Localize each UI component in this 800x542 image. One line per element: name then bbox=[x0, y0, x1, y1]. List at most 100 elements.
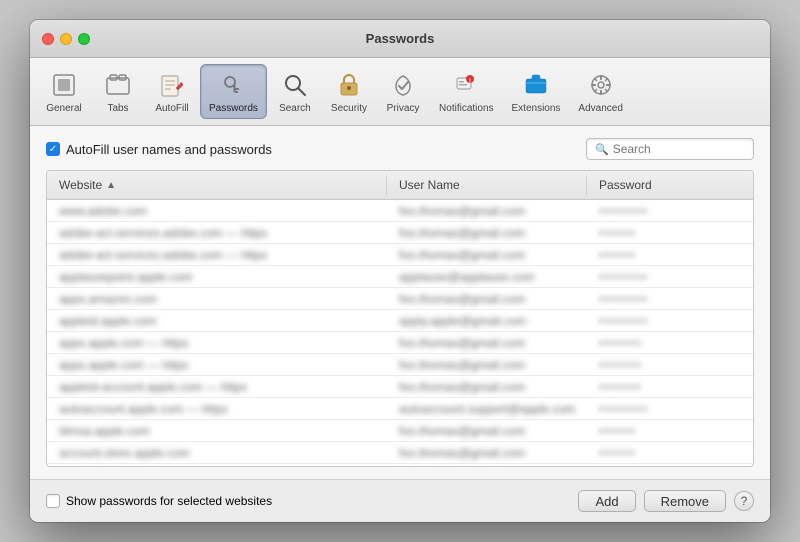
col-username[interactable]: User Name bbox=[387, 175, 587, 195]
autofill-label: AutoFill user names and passwords bbox=[66, 142, 272, 157]
search-input[interactable] bbox=[613, 142, 745, 156]
table-row[interactable]: apps.apple.com — httpsfoo.thomas@gmail.c… bbox=[47, 332, 753, 354]
close-button[interactable] bbox=[42, 33, 54, 45]
cell-username: foo.thomas@gmail.com bbox=[387, 288, 587, 309]
table-body: www.adobe.comfoo.thomas@gmail.com•••••••… bbox=[47, 200, 753, 466]
traffic-lights bbox=[42, 33, 90, 45]
col-website[interactable]: Website ▲ bbox=[47, 175, 387, 195]
general-icon bbox=[48, 69, 80, 101]
bottom-buttons: Add Remove ? bbox=[578, 490, 754, 512]
content-area: ✓ AutoFill user names and passwords 🔍 We… bbox=[30, 126, 770, 479]
passwords-table: Website ▲ User Name Password www.adobe.c… bbox=[46, 170, 754, 467]
cell-password: ••••••• bbox=[587, 354, 753, 375]
cell-website: autoaccount.apple.com — https bbox=[47, 398, 387, 419]
cell-website: apps.apple.com — https bbox=[47, 354, 387, 375]
autofill-checkbox[interactable]: ✓ bbox=[46, 142, 60, 156]
table-row[interactable]: applausepoint.apple.comapplause@applause… bbox=[47, 266, 753, 288]
cell-website: account.store.apple.com bbox=[47, 442, 387, 463]
security-icon bbox=[333, 69, 365, 101]
tab-notifications-label: Notifications bbox=[439, 103, 493, 114]
add-button[interactable]: Add bbox=[578, 490, 635, 512]
window-title: Passwords bbox=[366, 31, 435, 46]
search-icon: 🔍 bbox=[595, 143, 609, 156]
maximize-button[interactable] bbox=[78, 33, 90, 45]
autofill-checkbox-row[interactable]: ✓ AutoFill user names and passwords bbox=[46, 142, 272, 157]
cell-username: foo.thomas@gmail.com bbox=[387, 222, 587, 243]
table-row[interactable]: idmsa.apple.comfoo.thomas@gmail.com•••••… bbox=[47, 420, 753, 442]
table-row[interactable]: adobe-acl-services.adobe.com — httpsfoo.… bbox=[47, 244, 753, 266]
cell-website: applausepoint.apple.com bbox=[47, 266, 387, 287]
table-row[interactable]: adobe-acl-services.adobe.com — httpsfoo.… bbox=[47, 222, 753, 244]
remove-button[interactable]: Remove bbox=[644, 490, 726, 512]
cell-username: foo.thomas@gmail.com bbox=[387, 244, 587, 265]
cell-username: foo.thomas@gmail.com bbox=[387, 376, 587, 397]
svg-text:!: ! bbox=[469, 79, 471, 85]
cell-website: adobe-acl-services.adobe.com — https bbox=[47, 222, 387, 243]
table-row[interactable]: appleid-account.apple.com — httpsfoo.tho… bbox=[47, 376, 753, 398]
cell-password: •••••••• bbox=[587, 398, 753, 419]
cell-website: appleid-account.apple.com — https bbox=[47, 376, 387, 397]
cell-username: foo.thomas@gmail.com bbox=[387, 442, 587, 463]
table-row[interactable]: www.adobe.comfoo.thomas@gmail.com•••••••… bbox=[47, 200, 753, 222]
table-row[interactable]: autoaccount.apple.com — httpsautoaccount… bbox=[47, 398, 753, 420]
table-row[interactable]: security.store.apple.comfoo.thomas@gmail… bbox=[47, 464, 753, 466]
cell-username: foo.thomas@gmail.com bbox=[387, 420, 587, 441]
cell-password: •••••••• bbox=[587, 266, 753, 287]
passwords-icon bbox=[217, 69, 249, 101]
help-button[interactable]: ? bbox=[734, 491, 754, 511]
tab-advanced-label: Advanced bbox=[578, 103, 622, 114]
cell-username: apply.apple@gmail.com bbox=[387, 310, 587, 331]
tab-search[interactable]: Search bbox=[269, 65, 321, 118]
autofill-icon bbox=[156, 69, 188, 101]
tab-security[interactable]: Security bbox=[323, 65, 375, 118]
tab-advanced[interactable]: Advanced bbox=[570, 65, 630, 118]
table-row[interactable]: apps.amazon.comfoo.thomas@gmail.com•••••… bbox=[47, 288, 753, 310]
table-row[interactable]: account.store.apple.comfoo.thomas@gmail.… bbox=[47, 442, 753, 464]
cell-password: •••••• bbox=[587, 222, 753, 243]
toolbar: General Tabs bbox=[30, 58, 770, 126]
cell-website: idmsa.apple.com bbox=[47, 420, 387, 441]
tab-autofill[interactable]: AutoFill bbox=[146, 65, 198, 118]
tab-security-label: Security bbox=[331, 103, 367, 114]
cell-website: apps.apple.com — https bbox=[47, 332, 387, 353]
minimize-button[interactable] bbox=[60, 33, 72, 45]
table-row[interactable]: appleid.apple.comapply.apple@gmail.com••… bbox=[47, 310, 753, 332]
cell-website: adobe-acl-services.adobe.com — https bbox=[47, 244, 387, 265]
show-passwords-row[interactable]: Show passwords for selected websites bbox=[46, 494, 272, 508]
cell-username: applause@applause.com bbox=[387, 266, 587, 287]
titlebar: Passwords bbox=[30, 20, 770, 58]
cell-username: foo.thomas@gmail.com bbox=[387, 464, 587, 466]
table-row[interactable]: apps.apple.com — httpsfoo.thomas@gmail.c… bbox=[47, 354, 753, 376]
search-toolbar-icon bbox=[279, 69, 311, 101]
cell-username: foo.thomas@gmail.com bbox=[387, 332, 587, 353]
bottom-bar: Show passwords for selected websites Add… bbox=[30, 479, 770, 522]
content-top: ✓ AutoFill user names and passwords 🔍 bbox=[46, 138, 754, 160]
tabs-icon bbox=[102, 69, 134, 101]
tab-notifications[interactable]: ! Notifications bbox=[431, 65, 501, 118]
cell-website: appleid.apple.com bbox=[47, 310, 387, 331]
show-passwords-label: Show passwords for selected websites bbox=[66, 494, 272, 508]
tab-general-label: General bbox=[46, 103, 82, 114]
tab-general[interactable]: General bbox=[38, 65, 90, 118]
cell-password: •••••• bbox=[587, 442, 753, 463]
search-box[interactable]: 🔍 bbox=[586, 138, 754, 160]
cell-website: apps.amazon.com bbox=[47, 288, 387, 309]
cell-password: •••••• bbox=[587, 244, 753, 265]
cell-website: security.store.apple.com bbox=[47, 464, 387, 466]
tab-extensions-label: Extensions bbox=[512, 103, 561, 114]
tab-autofill-label: AutoFill bbox=[155, 103, 188, 114]
tab-tabs[interactable]: Tabs bbox=[92, 65, 144, 118]
cell-password: •••••• bbox=[587, 420, 753, 441]
cell-password: •••••• bbox=[587, 464, 753, 466]
cell-password: •••••••• bbox=[587, 200, 753, 221]
main-window: Passwords General Tabs bbox=[30, 20, 770, 522]
show-passwords-checkbox[interactable] bbox=[46, 494, 60, 508]
cell-password: ••••••• bbox=[587, 332, 753, 353]
col-password[interactable]: Password bbox=[587, 175, 753, 195]
tab-privacy[interactable]: Privacy bbox=[377, 65, 429, 118]
advanced-icon bbox=[585, 69, 617, 101]
cell-password: ••••••• bbox=[587, 376, 753, 397]
tab-extensions[interactable]: Extensions bbox=[504, 65, 569, 118]
tab-passwords[interactable]: Passwords bbox=[200, 64, 267, 119]
notifications-icon: ! bbox=[450, 69, 482, 101]
